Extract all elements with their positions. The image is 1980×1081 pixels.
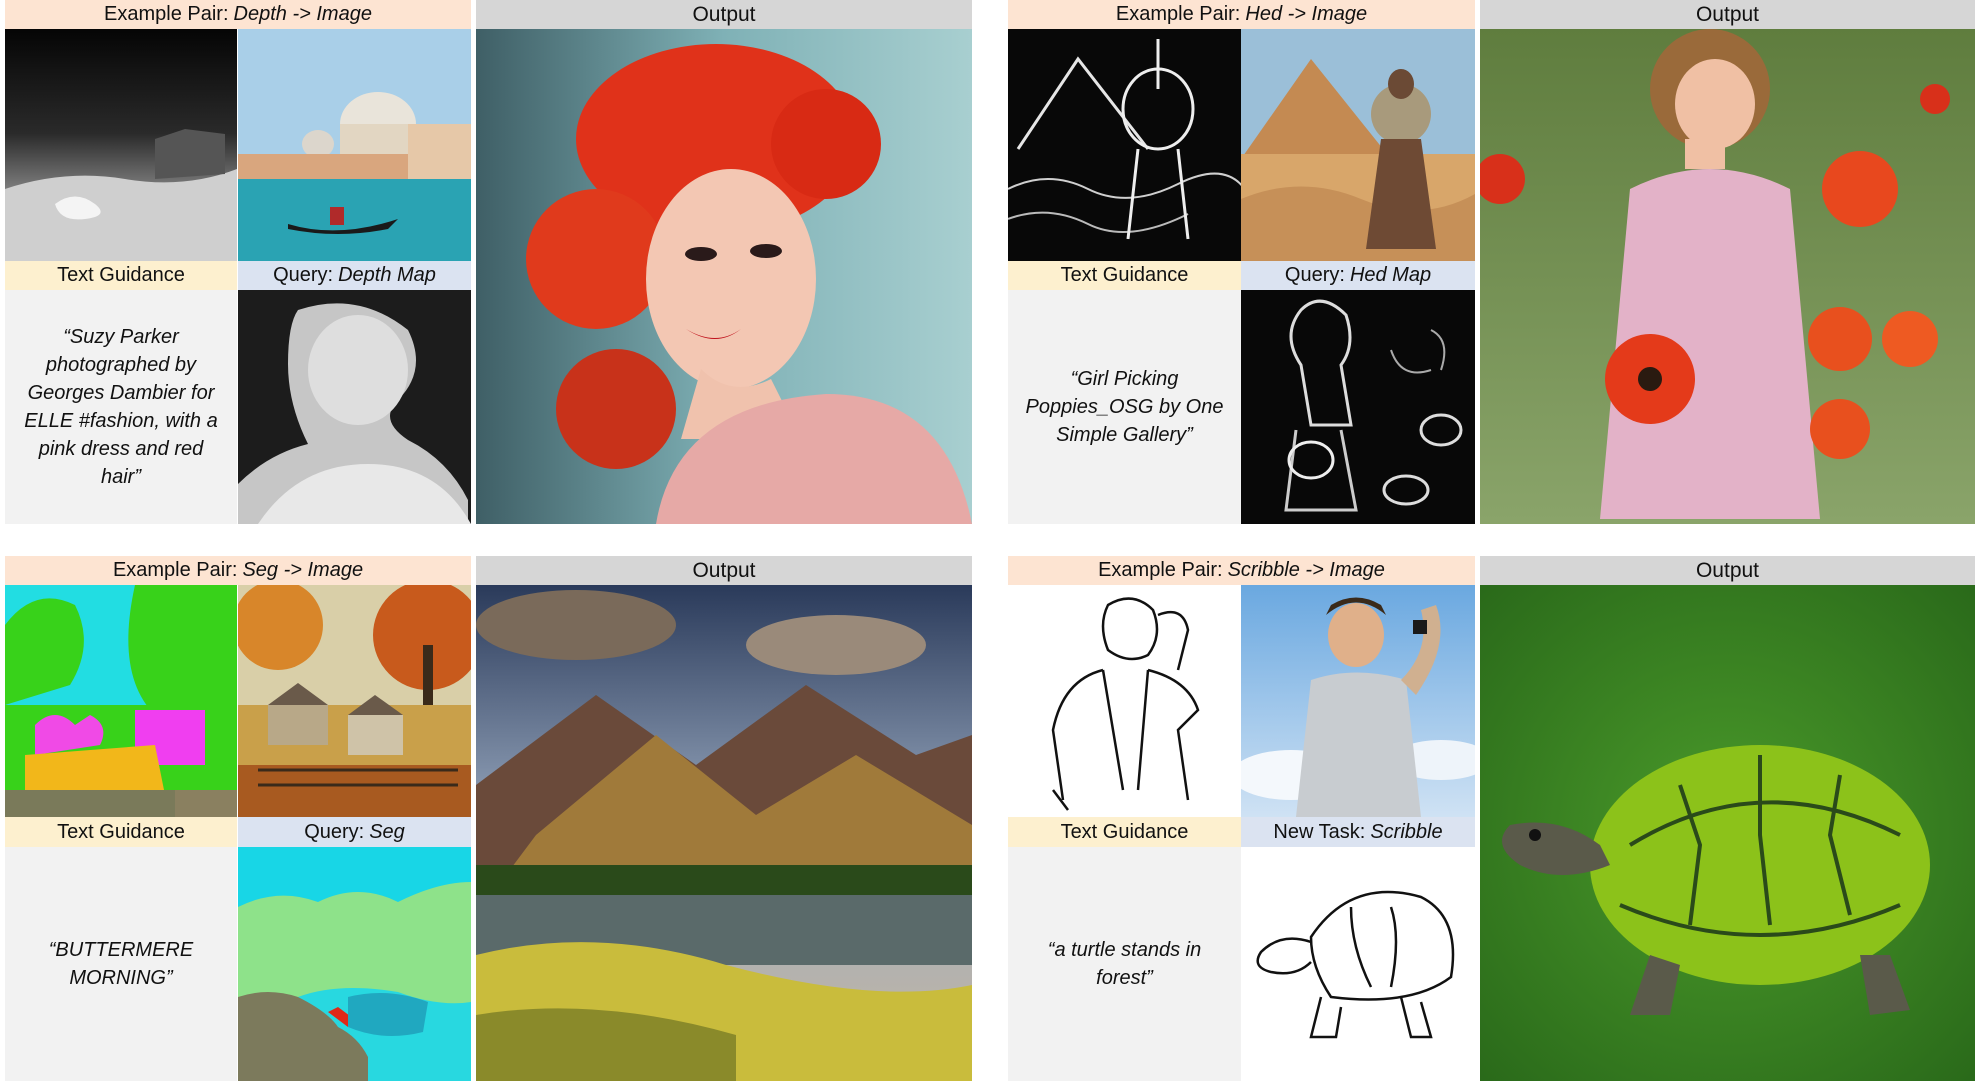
query-task: Seg bbox=[369, 820, 405, 843]
text-guidance-header: Text Guidance bbox=[5, 817, 237, 847]
new-task-name: Scribble bbox=[1370, 820, 1443, 843]
example-venice-image bbox=[238, 29, 471, 261]
output-portrait-image bbox=[476, 29, 972, 524]
text-guidance-header: Text Guidance bbox=[5, 261, 237, 290]
output-landscape-image bbox=[476, 585, 972, 1081]
output-header: Output bbox=[476, 0, 972, 29]
example-man-photo-image bbox=[1241, 585, 1475, 817]
new-task-header: New Task: Scribble bbox=[1241, 817, 1475, 847]
output-girl-poppies-image bbox=[1480, 29, 1975, 524]
output-header: Output bbox=[1480, 0, 1975, 29]
example-scribble-image bbox=[1008, 585, 1241, 817]
text-guidance-prompt: “Suzy Parker photographed by Georges Dam… bbox=[5, 290, 237, 524]
query-header: Query: Seg bbox=[238, 817, 471, 847]
text-guidance-prompt: “a turtle stands in forest” bbox=[1008, 847, 1241, 1081]
example-seg-map-image bbox=[5, 585, 237, 817]
example-pair-name: Depth -> Image bbox=[233, 3, 372, 25]
new-task-prefix: New Task: bbox=[1273, 820, 1366, 843]
example-pair-name: Scribble -> Image bbox=[1227, 559, 1385, 581]
example-pair-header: Example Pair: Hed -> Image bbox=[1008, 0, 1475, 29]
example-depth-map-image bbox=[5, 29, 237, 261]
example-pair-prefix: Example Pair: bbox=[1115, 3, 1241, 25]
query-task: Hed Map bbox=[1349, 264, 1432, 286]
text-guidance-header: Text Guidance bbox=[1008, 261, 1241, 290]
text-guidance-prompt: “BUTTERMERE MORNING” bbox=[5, 847, 237, 1081]
query-turtle-scribble-image bbox=[1241, 847, 1475, 1081]
example-pair-name: Hed -> Image bbox=[1245, 3, 1368, 25]
query-seg-map-image bbox=[238, 847, 471, 1081]
output-header: Output bbox=[476, 556, 972, 585]
query-task: Depth Map bbox=[338, 264, 436, 286]
query-prefix: Query: bbox=[304, 820, 365, 843]
query-header: Query: Depth Map bbox=[238, 261, 471, 290]
output-header: Output bbox=[1480, 556, 1975, 585]
example-pair-header: Example Pair: Seg -> Image bbox=[5, 556, 471, 585]
example-hed-map-image bbox=[1008, 29, 1241, 261]
example-pair-prefix: Example Pair: bbox=[112, 559, 238, 581]
example-autumn-farm-image bbox=[238, 585, 471, 817]
query-prefix: Query: bbox=[1284, 264, 1345, 286]
output-turtle-image bbox=[1480, 585, 1975, 1081]
example-pair-header: Example Pair: Depth -> Image bbox=[5, 0, 471, 29]
example-pyramid-image bbox=[1241, 29, 1475, 261]
example-pair-header: Example Pair: Scribble -> Image bbox=[1008, 556, 1475, 585]
query-depth-map-image bbox=[238, 290, 471, 524]
text-guidance-prompt: “Girl Picking Poppies_OSG by One Simple … bbox=[1008, 290, 1241, 524]
example-pair-prefix: Example Pair: bbox=[1098, 559, 1223, 581]
example-pair-name: Seg -> Image bbox=[242, 559, 364, 581]
query-header: Query: Hed Map bbox=[1241, 261, 1475, 290]
text-guidance-header: Text Guidance bbox=[1008, 817, 1241, 847]
example-pair-prefix: Example Pair: bbox=[104, 3, 229, 25]
query-prefix: Query: bbox=[273, 264, 334, 286]
query-hed-map-image bbox=[1241, 290, 1475, 524]
